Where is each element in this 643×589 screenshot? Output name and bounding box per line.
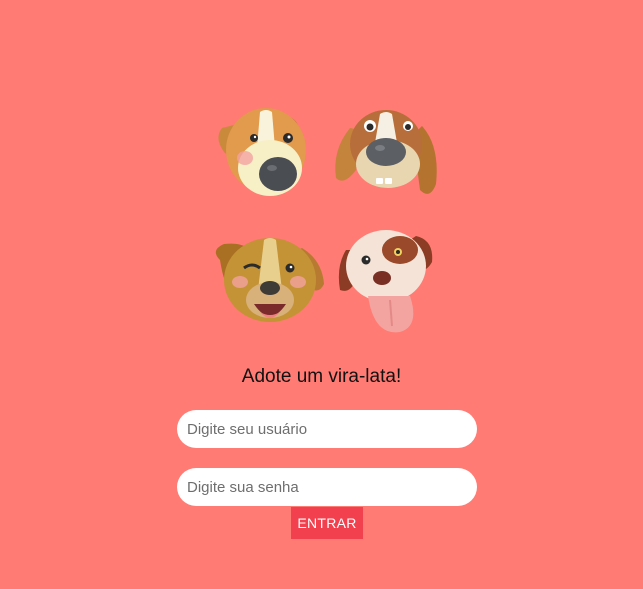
login-button[interactable]: ENTRAR bbox=[291, 507, 363, 539]
dog-2-icon bbox=[335, 110, 437, 194]
dogs-illustration bbox=[215, 108, 437, 333]
dog-4-icon bbox=[338, 230, 433, 333]
password-input[interactable] bbox=[177, 468, 477, 506]
dog-3-icon bbox=[215, 238, 324, 322]
dog-1-icon bbox=[218, 108, 306, 196]
username-input[interactable] bbox=[177, 410, 477, 448]
page-title: Adote um vira-lata! bbox=[241, 366, 402, 387]
login-page: Adote um vira-lata! ENTRAR bbox=[0, 0, 643, 589]
